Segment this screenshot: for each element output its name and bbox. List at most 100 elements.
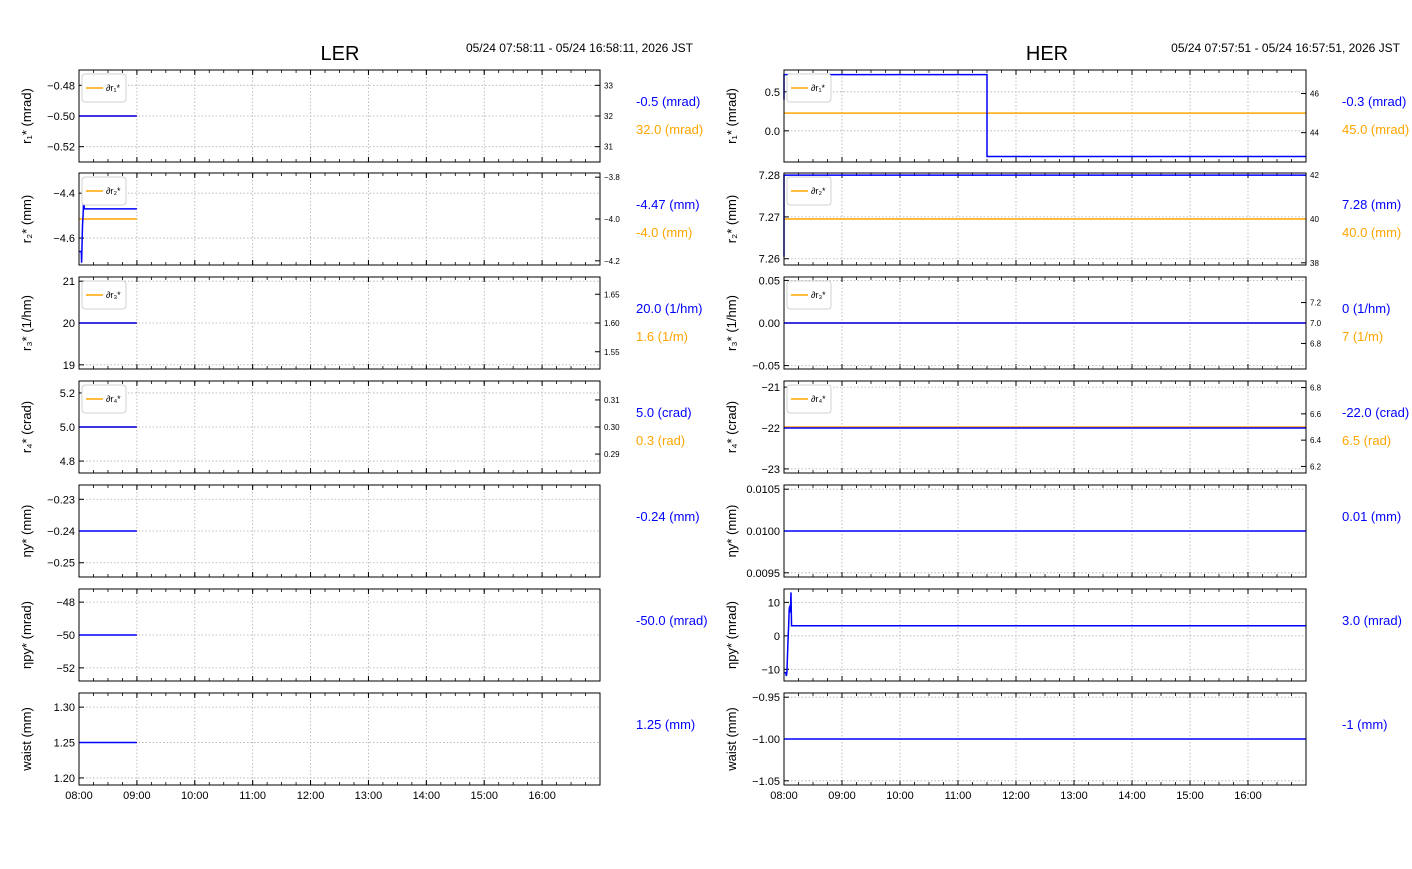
y-tick-label: −0.25 [47,558,75,570]
y-tick-label: 21 [63,276,75,288]
right-y-tick-label: 1.60 [604,319,620,328]
right-y-tick-label: 6.2 [1310,462,1322,471]
y-axis-label: r₃* (1/hm) [724,295,739,351]
y-tick-label: 7.26 [759,254,780,266]
x-tick-label: 13:00 [1060,790,1088,802]
right-y-tick-label: 44 [1310,129,1319,138]
current-value: -4.47 (mm) [636,197,700,212]
right-y-tick-label: −4.2 [604,257,620,266]
current-derivative-value: -4.0 (mm) [636,225,692,240]
y-axis-label: r₂* (mm) [19,195,34,243]
y-tick-label: 0 [774,631,780,643]
y-tick-label: −52 [56,663,75,675]
y-axis-label: r₄* (crad) [19,401,34,453]
x-tick-label: 14:00 [1118,790,1146,802]
x-tick-label: 14:00 [413,790,441,802]
figure-canvas: LER 05/24 07:58:11 - 05/24 16:58:11, 2026… [19,41,1409,802]
current-value: -22.0 (crad) [1342,405,1409,420]
current-value: 7.28 (mm) [1342,197,1401,212]
y-axis-label: waist (mm) [19,707,34,772]
value-line [784,592,1306,677]
y-tick-label: −21 [761,382,780,394]
current-value: -1 (mm) [1342,717,1388,732]
y-tick-label: −1.00 [752,734,780,746]
right-y-tick-label: 6.8 [1310,339,1322,348]
axes-frame [78,172,601,266]
axes-frame [783,69,1307,163]
y-tick-label: −1.05 [752,776,780,788]
y-tick-label: 1.25 [54,738,75,750]
subplot-ler-6: 08:00 09:00 10:00 11:00 12:00 13:00 14:00 15:00… [19,692,695,802]
y-tick-label: 7.27 [759,212,780,224]
y-tick-label: −0.05 [752,361,780,373]
current-value: -50.0 (mrad) [636,613,708,628]
panel-title: LER [321,43,360,65]
legend-label: ∂r₄* [811,394,826,404]
current-value: 0.01 (mm) [1342,509,1401,524]
x-tick-label: 13:00 [355,790,383,802]
y-tick-label: 5.2 [60,388,75,400]
panel-ler: LER 05/24 07:58:11 - 05/24 16:58:11, 2026… [19,41,708,802]
y-axis-label: ηpy* (mrad) [724,601,739,669]
y-tick-label: −0.95 [752,692,780,704]
subplot-ler-1: −4.4 −4.6 −4.2 −4.0 −3.8 ∂r₂* r₂* (mm) -4.47 (m… [19,172,700,266]
subplot-ler-3: 4.8 5.0 5.2 0.29 0.30 0.31 ∂r₄* r₄* (crad) 5.0 (… [19,380,692,474]
right-y-tick-label: 6.4 [1310,436,1322,445]
y-axis-label: ηy* (mm) [724,505,739,558]
current-derivative-value: 32.0 (mrad) [636,122,703,137]
right-y-tick-label: 6.8 [1310,384,1322,393]
right-y-tick-label: 6.6 [1310,410,1322,419]
y-tick-label: 0.0095 [746,568,780,580]
x-tick-label: 11:00 [239,790,266,802]
right-y-tick-label: 33 [604,81,613,90]
right-y-tick-label: 7.0 [1310,319,1322,328]
right-y-tick-label: 46 [1310,89,1319,98]
right-y-tick-label: 1.65 [604,290,620,299]
y-tick-label: 19 [63,360,75,372]
current-value: 5.0 (crad) [636,405,692,420]
y-tick-label: 0.0100 [746,526,780,538]
right-y-tick-label: 31 [604,143,613,152]
x-tick-label: 09:00 [123,790,151,802]
current-derivative-value: 7 (1/m) [1342,329,1383,344]
subplot-ler-2: 19 20 21 1.55 1.60 1.65 ∂r₃* r₃* (1/hm) 20.0 (1/… [19,276,702,372]
axes-frame [783,588,1307,682]
y-tick-label: 5.0 [60,422,75,434]
subplot-her-0: 0.0 0.5 44 46 ∂r₁* r₁* (mrad) -0.3 (mrad) 45.0 … [724,69,1409,163]
legend-label: ∂r₁* [811,83,825,93]
legend-label: ∂r₁* [106,83,120,93]
right-y-tick-label: 0.31 [604,396,620,405]
current-value: 20.0 (1/hm) [636,301,702,316]
subplot-ler-5: −48 −50 −52 ηpy* (mrad) -50.0 (mrad) [19,588,708,682]
y-tick-label: −0.50 [47,111,75,123]
subplot-her-4: 0.0095 0.0100 0.0105 ηy* (mm) 0.01 (mm) [724,484,1401,580]
y-tick-label: −48 [56,597,75,609]
right-y-tick-label: −3.8 [604,173,620,182]
right-y-tick-label: 0.30 [604,423,620,432]
subplot-ler-4: −0.23 −0.24 −0.25 ηy* (mm) -0.24 (mm) [19,484,700,578]
y-axis-label: waist (mm) [724,707,739,772]
legend-label: ∂r₃* [811,290,826,300]
y-tick-label: −0.24 [47,526,75,538]
current-value: 0 (1/hm) [1342,301,1390,316]
subplot-ler-0: −0.48 −0.50 −0.52 31 32 33 ∂r₁* r₁* (mrad) -0.5 … [19,69,703,163]
current-derivative-value: 1.6 (1/m) [636,329,688,344]
y-tick-label: 0.0105 [746,484,780,496]
x-tick-label: 12:00 [1002,790,1030,802]
y-tick-label: −10 [761,664,780,676]
right-y-tick-label: 40 [1310,215,1319,224]
x-tick-label: 09:00 [828,790,856,802]
monitor-figure: LER 05/24 07:58:11 - 05/24 16:58:11, 2026… [0,0,1412,864]
y-tick-label: 1.30 [54,702,75,714]
y-tick-label: 1.20 [54,773,75,785]
x-tick-label: 16:00 [528,790,556,802]
y-axis-label: r₃* (1/hm) [19,295,34,351]
current-value: -0.5 (mrad) [636,94,700,109]
value-line [783,174,1306,257]
y-tick-label: −4.4 [53,188,75,200]
x-tick-label: 10:00 [181,790,209,802]
y-axis-label: r₁* (mrad) [19,88,34,144]
subplot-her-2: −0.05 0.00 0.05 6.8 7.0 7.2 ∂r₃* r₃* (1/hm) 0 (1… [724,275,1390,372]
right-y-tick-label: 38 [1310,259,1319,268]
right-y-tick-label: −4.0 [604,215,620,224]
